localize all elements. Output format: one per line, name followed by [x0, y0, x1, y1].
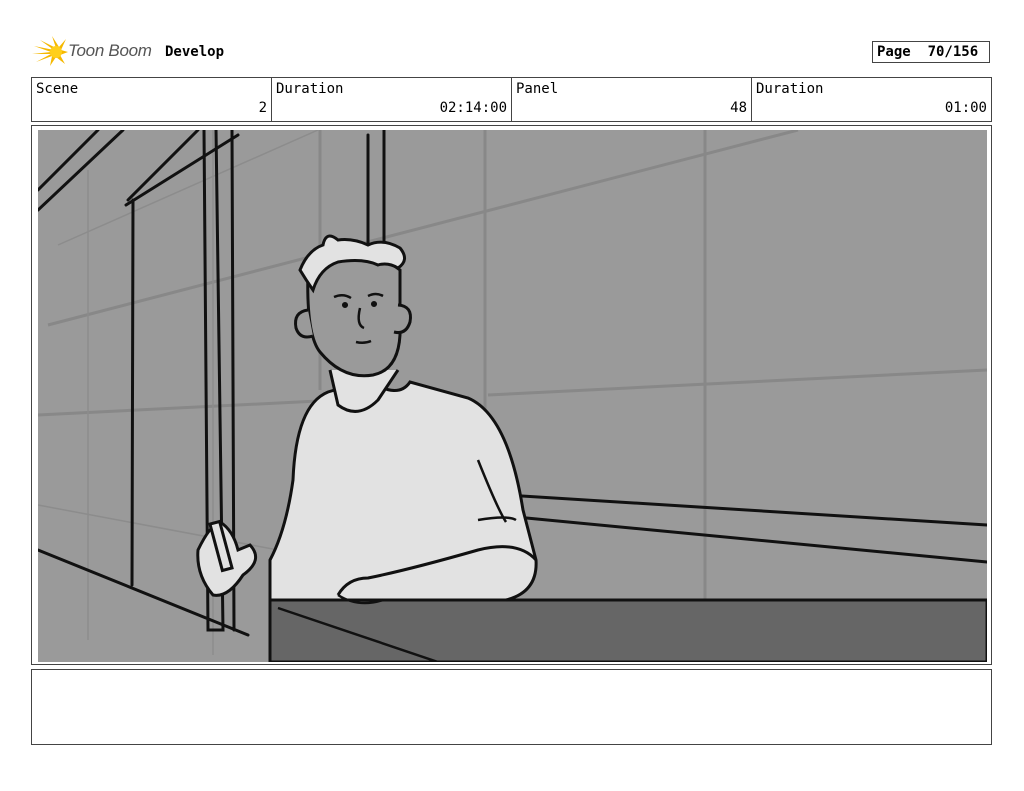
panel-cell: Panel 48 [512, 78, 752, 121]
panel-info-row: Scene 2 Duration 02:14:00 Panel 48 Durat… [31, 77, 992, 122]
page-label: Page [877, 44, 911, 60]
panel-notes-box [31, 669, 992, 745]
starburst-icon [32, 36, 68, 66]
project-name: Develop [165, 44, 225, 60]
logo-text: Toon Boom [68, 41, 152, 60]
desk [268, 598, 987, 662]
page-number: 70/156 [927, 44, 979, 60]
panel-duration-label: Duration [756, 81, 824, 97]
page-indicator: Page 70/156 [872, 41, 990, 63]
scene-duration-cell: Duration 02:14:00 [272, 78, 512, 121]
storyboard-panel-frame [31, 125, 992, 665]
scene-duration-value: 02:14:00 [439, 100, 507, 116]
scene-duration-label: Duration [276, 81, 344, 97]
scene-cell: Scene 2 [32, 78, 272, 121]
panel-value: 48 [730, 100, 747, 116]
panel-duration-cell: Duration 01:00 [752, 78, 991, 121]
scene-value: 2 [258, 100, 267, 116]
scene-label: Scene [36, 81, 79, 97]
toon-boom-logo: Toon Boom [32, 36, 156, 68]
panel-duration-value: 01:00 [944, 100, 987, 116]
storyboard-sketch [38, 130, 987, 662]
panel-label: Panel [516, 81, 559, 97]
